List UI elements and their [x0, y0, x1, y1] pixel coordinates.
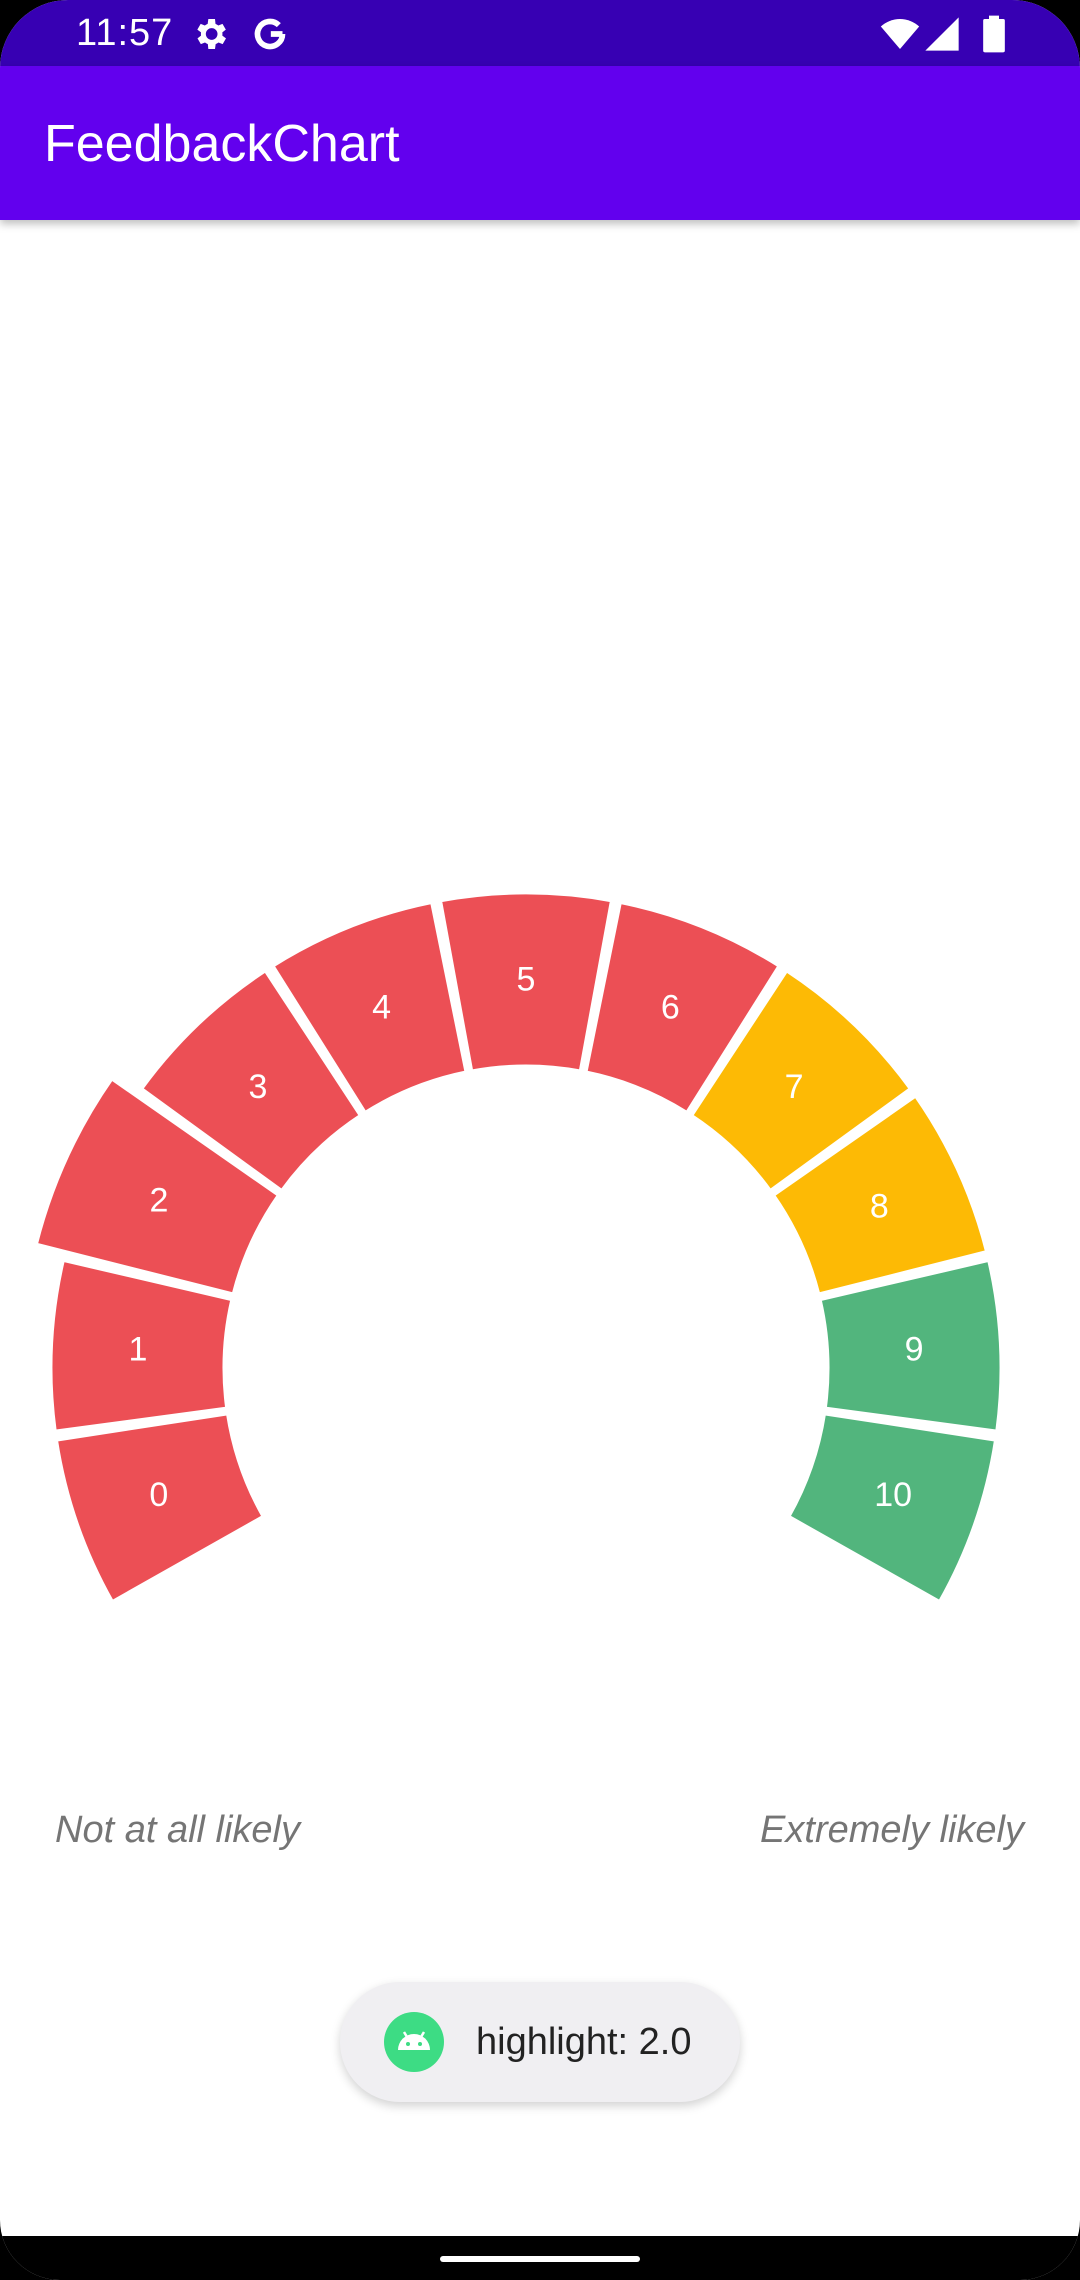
gauge-segment-label-9: 9 [905, 1331, 924, 1369]
gauge-segment-label-2: 2 [150, 1181, 169, 1219]
toast: highlight: 2.0 [340, 1982, 740, 2102]
feedback-gauge-chart: 0 1 2 3 4 5 6 7 8 9 10 [34, 891, 1003, 1604]
min-label: Not at all likely [55, 1809, 300, 1851]
gauge-segment-label-10: 10 [874, 1476, 912, 1514]
toast-text: highlight: 2.0 [476, 2021, 692, 2063]
gauge-segment-label-8: 8 [870, 1188, 889, 1226]
gauge-segment-label-6: 6 [661, 988, 680, 1026]
gauge-segment-label-7: 7 [785, 1068, 804, 1106]
gauge-segment-label-0: 0 [149, 1476, 168, 1514]
max-label: Extremely likely [760, 1809, 1024, 1851]
gauge-segment-label-4: 4 [372, 988, 391, 1026]
android-icon [384, 2012, 444, 2072]
gauge-segment-label-3: 3 [248, 1068, 267, 1106]
app-screen: 11:57 FeedbackChart 0 1 2 3 4 5 6 7 8 9 10 Not at … [0, 0, 1080, 2280]
gauge-segment-label-5: 5 [517, 961, 536, 999]
gauge-segment-label-1: 1 [128, 1331, 147, 1369]
home-gesture-handle[interactable] [440, 2256, 640, 2262]
